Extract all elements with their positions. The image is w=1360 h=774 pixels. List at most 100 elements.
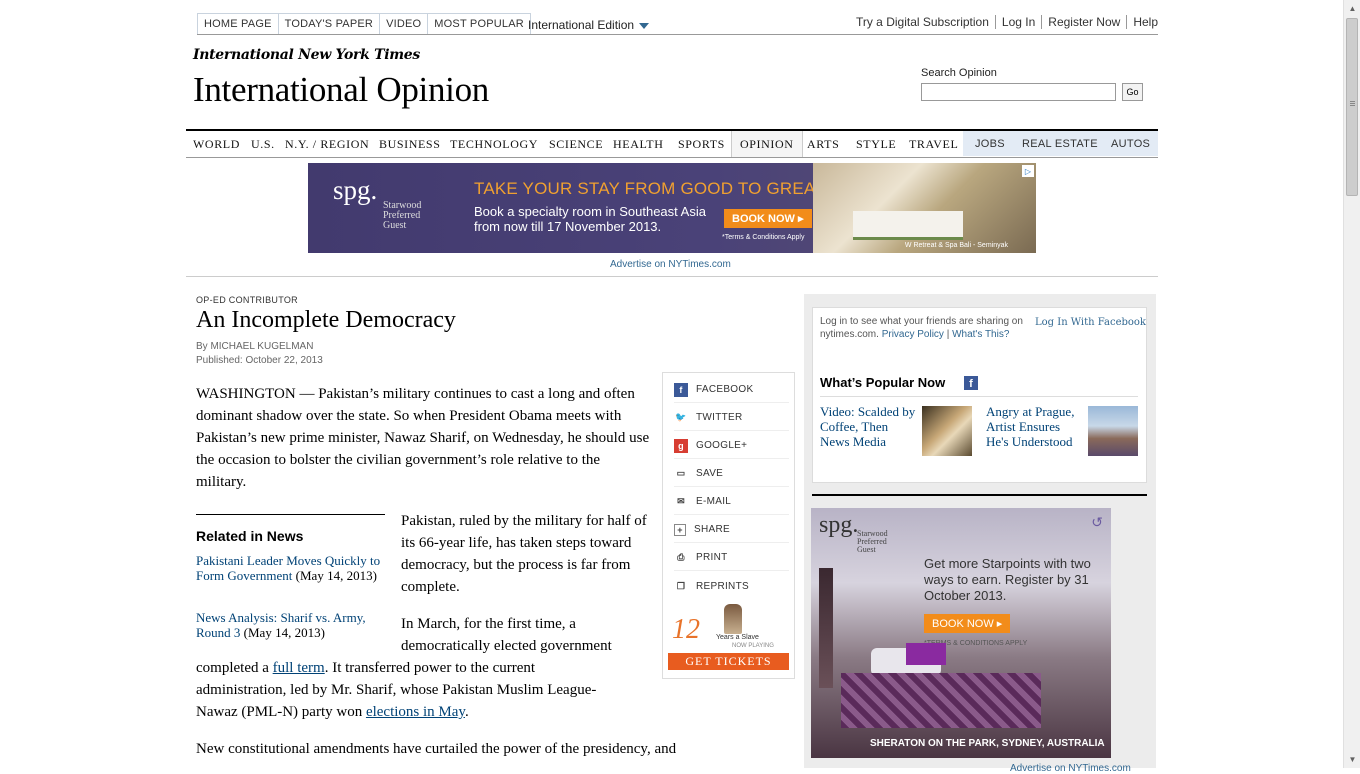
search-go-button[interactable]: Go (1122, 83, 1143, 101)
bed-image (853, 211, 963, 237)
article-paragraph-4: New constitutional amendments have curta… (196, 741, 677, 757)
share-save[interactable]: ▭ SAVE (674, 461, 789, 487)
nav-todays-paper[interactable]: TODAY'S PAPER (279, 14, 381, 34)
spg-logo-sub: Starwood Preferred Guest (383, 200, 422, 231)
section-autos[interactable]: AUTOS (1111, 131, 1150, 157)
film-ad[interactable]: 12 Years a Slave NOW PLAYING GET TICKETS (668, 604, 789, 670)
lamp-image (819, 568, 833, 688)
banner-book-now-button[interactable]: BOOK NOW ▸ (724, 209, 812, 228)
section-sports[interactable]: SPORTS (678, 131, 725, 157)
rail-book-now-button[interactable]: BOOK NOW ▸ (924, 614, 1011, 633)
share-label: E-MAIL (696, 496, 732, 507)
rail-ad[interactable]: spg. Starwood Preferred Guest ↺ Get more… (811, 508, 1111, 758)
divider (196, 514, 385, 515)
article-headline: An Incomplete Democracy (196, 307, 456, 333)
banner-ad[interactable]: spg. Starwood Preferred Guest TAKE YOUR … (308, 163, 1036, 253)
facebook-text: Log in to see what your friends are shar… (820, 316, 1023, 340)
facebook-login-link[interactable]: Log In With Facebook (1035, 317, 1146, 328)
nav-video[interactable]: VIDEO (380, 14, 429, 34)
popular-item[interactable]: Video: Scalded by Coffee, Then News Medi… (820, 404, 918, 449)
chevron-down-icon (639, 22, 650, 29)
get-tickets-button[interactable]: GET TICKETS (668, 653, 789, 670)
section-opinion[interactable]: OPINION (731, 131, 803, 157)
advertise-link[interactable]: Advertise on NYTimes.com (610, 259, 731, 270)
share-label: GOOGLE+ (696, 440, 748, 451)
divider (197, 34, 1158, 35)
nav-home-page[interactable]: HOME PAGE (198, 14, 279, 34)
scrollbar[interactable]: ▲ ▼ (1343, 0, 1360, 768)
text: completed a (196, 660, 273, 676)
popular-thumbnail[interactable] (922, 406, 972, 456)
popular-item[interactable]: Angry at Prague, Artist Ensures He's Und… (986, 404, 1084, 449)
spg-logo: spg. (333, 175, 378, 205)
banner-headline: TAKE YOUR STAY FROM GOOD TO GREAT. (474, 179, 828, 198)
envelope-icon: ✉ (677, 496, 685, 506)
section-style[interactable]: STYLE (856, 131, 896, 157)
article-byline: By MICHAEL KUGELMAN (196, 341, 314, 352)
privacy-policy-link[interactable]: Privacy Policy (882, 329, 944, 340)
article-paragraph-1: WASHINGTON — Pakistan’s military continu… (196, 386, 650, 490)
share-reprints[interactable]: ❐ REPRINTS (674, 573, 789, 599)
share-label: SHARE (694, 524, 730, 535)
article-paragraph-3-line: Nawaz (PML-N) party won elections in May… (196, 701, 656, 723)
divider (820, 396, 1138, 397)
cushion-image (906, 643, 946, 665)
folder-icon: ▭ (676, 468, 686, 478)
divider (812, 494, 1147, 496)
share-print[interactable]: ⎙ PRINT (674, 545, 789, 571)
advertise-link[interactable]: Advertise on NYTimes.com (1010, 763, 1131, 774)
section-real-estate[interactable]: REAL ESTATE (1022, 131, 1098, 157)
share-label: REPRINTS (696, 580, 749, 592)
banner-photo: W Retreat & Spa Bali - Seminyak (813, 163, 1036, 253)
film-figure (724, 604, 742, 634)
spg-logo: spg. (819, 512, 859, 538)
section-world[interactable]: WORLD (193, 131, 240, 157)
film-ad-title: Years a Slave (716, 634, 759, 641)
whats-this-link[interactable]: What's This? (952, 329, 1009, 340)
edition-label: International Edition (528, 18, 635, 32)
share-email[interactable]: ✉ E-MAIL (674, 489, 789, 515)
google-plus-icon: g (674, 438, 688, 453)
banner-caption: W Retreat & Spa Bali - Seminyak (904, 242, 1008, 249)
elections-in-may-link[interactable]: elections in May (366, 704, 465, 720)
twitter-icon: 🐦 (675, 412, 687, 422)
share-twitter[interactable]: 🐦 TWITTER (674, 405, 789, 431)
nyt-logo[interactable]: International New York Times (193, 47, 420, 63)
section-ny-region[interactable]: N.Y. / REGION (285, 131, 369, 157)
section-technology[interactable]: TECHNOLOGY (450, 131, 538, 157)
popular-thumbnail[interactable] (1088, 406, 1138, 456)
scrollbar-thumb[interactable] (1346, 18, 1358, 196)
scroll-up-icon[interactable]: ▲ (1344, 0, 1360, 17)
section-us[interactable]: U.S. (251, 131, 275, 157)
section-title[interactable]: International Opinion (193, 70, 489, 110)
register-link[interactable]: Register Now (1042, 15, 1128, 29)
search-input[interactable] (921, 83, 1116, 101)
bed-image (841, 673, 1041, 728)
digital-subscription-link[interactable]: Try a Digital Subscription (850, 15, 996, 29)
text: Nawaz (PML-N) party won (196, 704, 366, 720)
divider (186, 276, 1158, 277)
section-science[interactable]: SCIENCE (549, 131, 603, 157)
section-travel[interactable]: TRAVEL (909, 131, 958, 157)
share-googleplus[interactable]: g GOOGLE+ (674, 433, 789, 459)
share-share[interactable]: + SHARE (674, 517, 789, 543)
section-health[interactable]: HEALTH (613, 131, 664, 157)
full-term-link[interactable]: full term (273, 660, 325, 676)
copy-icon: ❐ (676, 580, 686, 591)
log-in-link[interactable]: Log In (996, 15, 1043, 29)
help-link[interactable]: Help (1127, 15, 1158, 29)
share-facebook[interactable]: f FACEBOOK (674, 377, 789, 403)
section-nav: WORLD U.S. N.Y. / REGION BUSINESS TECHNO… (186, 129, 1158, 158)
section-arts[interactable]: ARTS (807, 131, 839, 157)
text: . (464, 704, 469, 720)
refresh-icon[interactable]: ↺ (1091, 514, 1103, 531)
section-business[interactable]: BUSINESS (379, 131, 440, 157)
edition-selector[interactable]: International Edition (528, 18, 650, 32)
scroll-down-icon[interactable]: ▼ (1344, 751, 1360, 768)
nav-most-popular[interactable]: MOST POPULAR (428, 14, 530, 34)
section-jobs[interactable]: JOBS (975, 131, 1005, 157)
film-ad-sub: NOW PLAYING (732, 643, 774, 649)
facebook-icon: f (964, 376, 978, 390)
adchoices-icon[interactable]: ▷ (1022, 165, 1034, 177)
rail-ad-caption: SHERATON ON THE PARK, SYDNEY, AUSTRALIA (870, 738, 1105, 749)
